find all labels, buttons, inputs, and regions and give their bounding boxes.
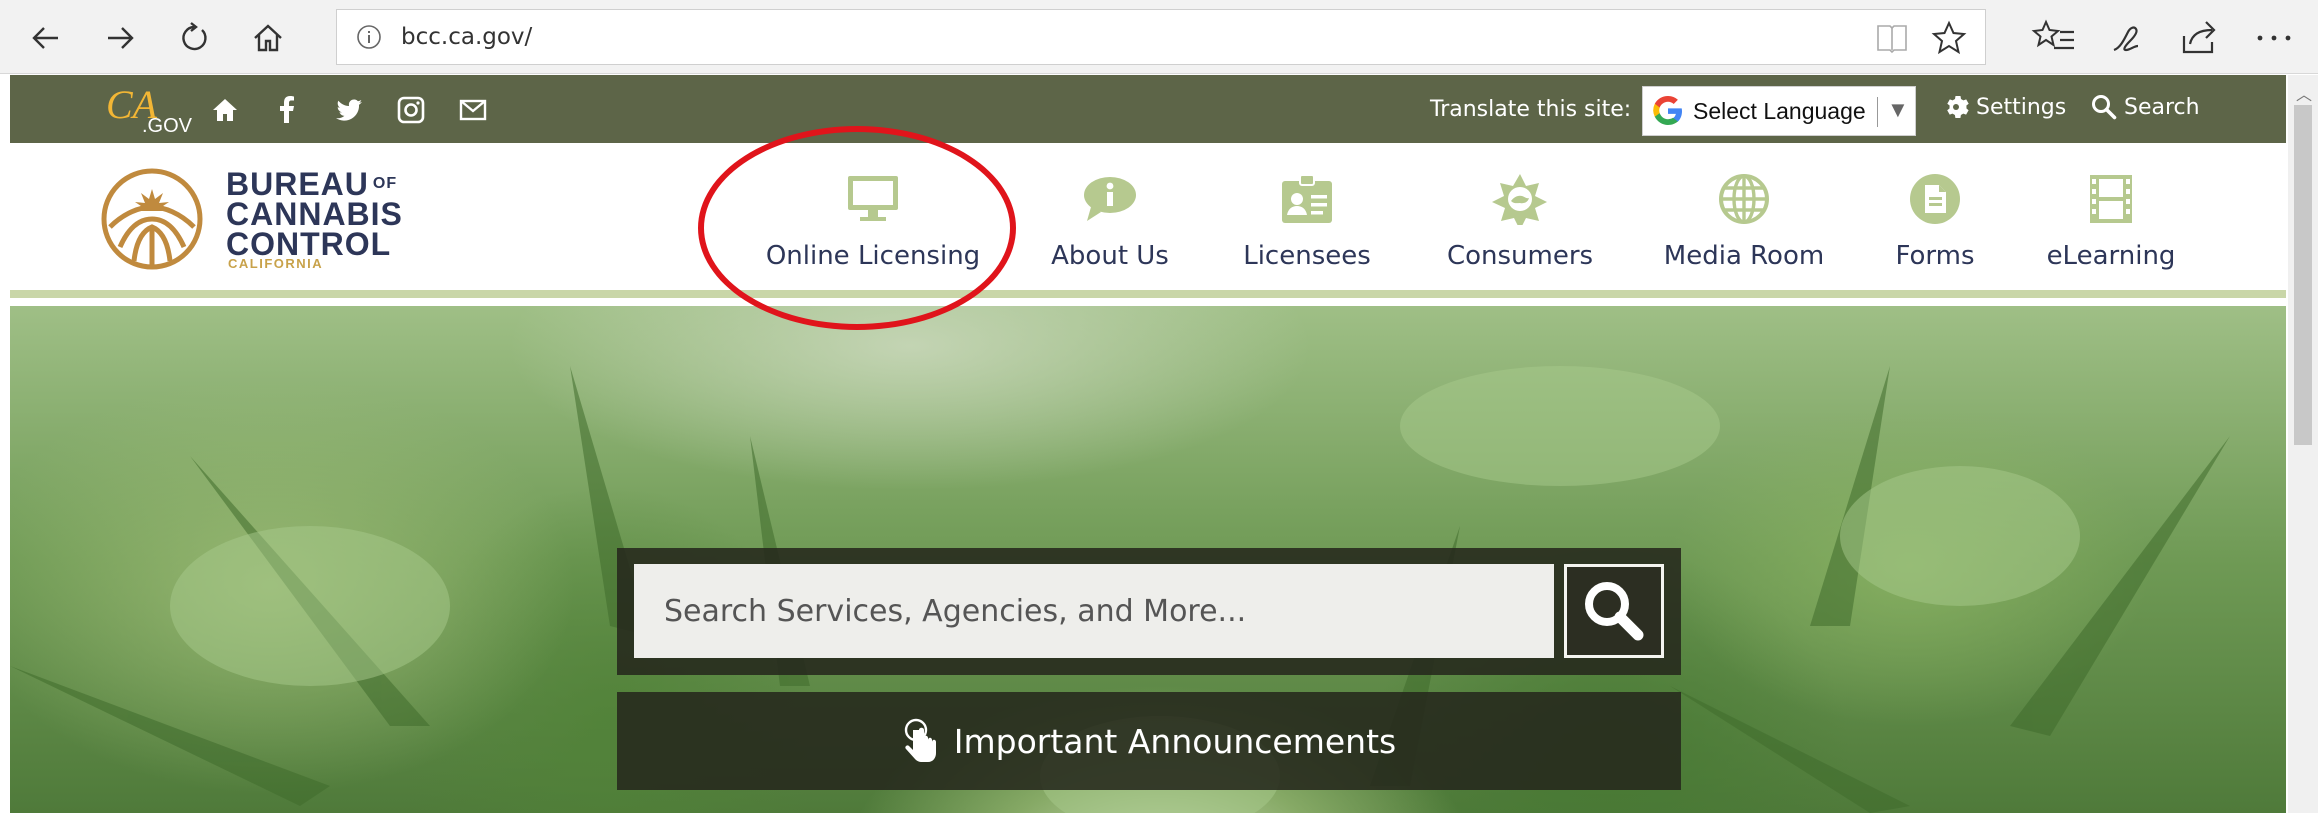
share-icon[interactable] — [2176, 14, 2224, 62]
nav-label: Forms — [1895, 241, 1975, 271]
announcements-label: Important Announcements — [953, 721, 1397, 761]
gear-icon — [1947, 96, 1969, 118]
site-utility-bar: CA .GOV Translate this site: Select Lang… — [10, 75, 2286, 143]
brand-of: OF — [372, 175, 398, 192]
settings-label: Settings — [1976, 94, 2067, 120]
nav-elearning[interactable]: eLearning — [2036, 173, 2186, 283]
film-icon — [2090, 175, 2132, 223]
search-icon — [2092, 95, 2117, 120]
nav-forms[interactable]: Forms — [1880, 173, 1990, 283]
site-info-icon[interactable] — [355, 23, 383, 51]
search-label: Search — [2124, 94, 2200, 120]
site-search-box — [617, 548, 1681, 675]
search-link[interactable]: Search — [2090, 93, 2200, 121]
brand-line2: CANNABIS — [226, 196, 403, 232]
nav-label: Licensees — [1243, 241, 1371, 271]
nav-about-us[interactable]: About Us — [1040, 173, 1180, 283]
dropdown-arrow-icon[interactable]: ▼ — [1887, 97, 1909, 123]
document-icon — [1910, 174, 1960, 224]
nav-label: About Us — [1051, 241, 1169, 271]
favorites-hub-icon[interactable] — [2030, 14, 2078, 62]
nav-licensees[interactable]: Licensees — [1232, 173, 1382, 283]
page-scrollbar[interactable]: ︿ — [2288, 75, 2318, 813]
url-text[interactable]: bcc.ca.gov/ — [401, 24, 532, 50]
instagram-icon[interactable] — [396, 95, 426, 125]
id-badge-icon — [1282, 174, 1332, 223]
consumer-badge-icon — [1492, 174, 1547, 225]
language-select-value: Select Language — [1693, 97, 1866, 124]
nav-consumers[interactable]: Consumers — [1430, 173, 1610, 283]
bcc-wordmark[interactable]: BUREAU OF CANNABIS CONTROL — [226, 168, 403, 262]
monitor-icon — [848, 176, 898, 221]
browser-toolbar: bcc.ca.gov/ — [0, 0, 2318, 74]
nav-label: Media Room — [1663, 241, 1825, 271]
nav-label: Consumers — [1446, 241, 1594, 271]
web-note-icon[interactable] — [2104, 14, 2152, 62]
important-announcements-button[interactable]: Important Announcements — [617, 692, 1681, 790]
site-search-button[interactable] — [1564, 564, 1664, 658]
nav-media-room[interactable]: Media Room — [1646, 173, 1842, 283]
ca-gov-logo[interactable]: CA .GOV — [104, 82, 194, 136]
search-icon — [1585, 582, 1644, 641]
nav-label: eLearning — [2046, 241, 2176, 271]
bcc-emblem-logo[interactable] — [100, 167, 204, 271]
brand-subtitle: CALIFORNIA — [228, 256, 324, 271]
main-header: BUREAU OF CANNABIS CONTROL CALIFORNIA Onl… — [10, 143, 2286, 298]
forward-icon[interactable] — [94, 12, 146, 64]
facebook-icon[interactable] — [272, 95, 302, 125]
nav-online-licensing[interactable]: Online Licensing — [762, 173, 984, 283]
pointer-hand-icon — [904, 718, 936, 762]
address-bar[interactable]: bcc.ca.gov/ — [336, 9, 1986, 65]
nav-label: Online Licensing — [765, 241, 981, 271]
site-search-input[interactable] — [634, 564, 1554, 658]
globe-icon — [1719, 174, 1769, 224]
reading-view-icon[interactable] — [1875, 22, 1909, 54]
svg-text:.GOV: .GOV — [142, 115, 193, 136]
settings-link[interactable]: Settings — [1942, 93, 2066, 121]
more-menu-icon[interactable] — [2250, 14, 2298, 62]
home-icon[interactable] — [242, 12, 294, 64]
translate-label: Translate this site: — [1430, 97, 1632, 122]
hero-banner: Important Announcements — [10, 306, 2286, 813]
info-bubble-icon — [1084, 177, 1136, 221]
refresh-icon[interactable] — [168, 12, 220, 64]
scroll-thumb[interactable] — [2294, 105, 2312, 445]
google-logo-icon — [1653, 95, 1682, 125]
favorite-star-icon[interactable] — [1931, 20, 1967, 56]
twitter-icon[interactable] — [334, 95, 364, 125]
scroll-up-arrow-icon[interactable]: ︿ — [2296, 81, 2312, 105]
back-icon[interactable] — [20, 12, 72, 64]
language-select[interactable]: Select Language ▼ — [1642, 86, 1916, 136]
email-icon[interactable] — [458, 95, 488, 125]
select-divider — [1877, 97, 1878, 127]
home-icon[interactable] — [210, 95, 240, 125]
brand-line3: CONTROL — [226, 226, 392, 262]
